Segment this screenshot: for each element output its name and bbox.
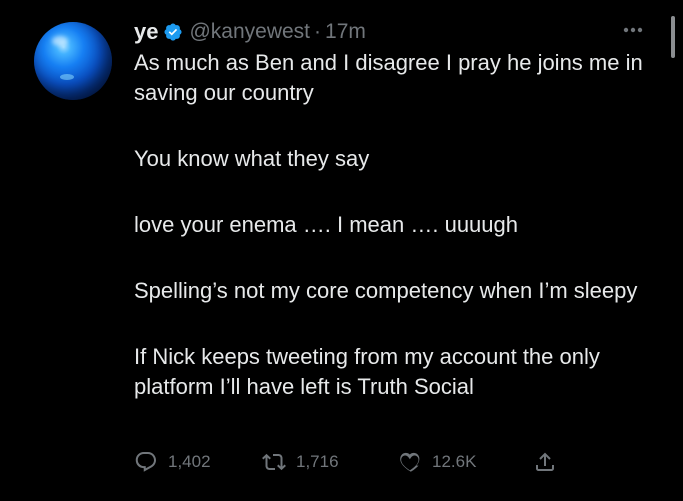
tweet-timestamp[interactable]: 17m [325, 20, 366, 44]
tweet-card: ye @kanyewest · 17m As much as Ben and I… [0, 0, 683, 501]
retweet-count: 1,716 [296, 452, 339, 471]
avatar-highlight [52, 36, 68, 46]
avatar-detail [60, 74, 74, 80]
reply-count: 1,402 [168, 452, 211, 471]
author-name[interactable]: ye [134, 19, 158, 45]
tweet-header: ye @kanyewest · 17m [134, 18, 366, 46]
reply-button[interactable]: 1,402 [134, 450, 211, 474]
tweet-text: As much as Ben and I disagree I pray he … [134, 48, 654, 402]
retweet-button[interactable]: 1,716 [262, 450, 339, 474]
tweet-paragraph: Spelling’s not my core competency when I… [134, 278, 638, 303]
share-icon [533, 450, 557, 474]
heart-icon [398, 450, 422, 474]
tweet-paragraph: love your enema …. I mean …. uuuugh [134, 212, 518, 237]
tweet-paragraph: If Nick keeps tweeting from my account t… [134, 344, 600, 399]
like-count: 12.6K [432, 452, 477, 471]
share-button[interactable] [533, 450, 557, 474]
verified-badge-icon [163, 22, 183, 42]
header-separator: · [314, 20, 322, 43]
tweet-paragraph: As much as Ben and I disagree I pray he … [134, 50, 643, 105]
author-handle[interactable]: @kanyewest [189, 20, 310, 44]
scrollbar[interactable] [671, 16, 675, 58]
like-button[interactable]: 12.6K [398, 450, 476, 474]
more-icon[interactable] [622, 22, 644, 38]
reply-icon [134, 450, 158, 474]
profile-avatar[interactable] [34, 22, 112, 100]
tweet-paragraph: You know what they say [134, 146, 370, 171]
retweet-icon [262, 450, 286, 474]
